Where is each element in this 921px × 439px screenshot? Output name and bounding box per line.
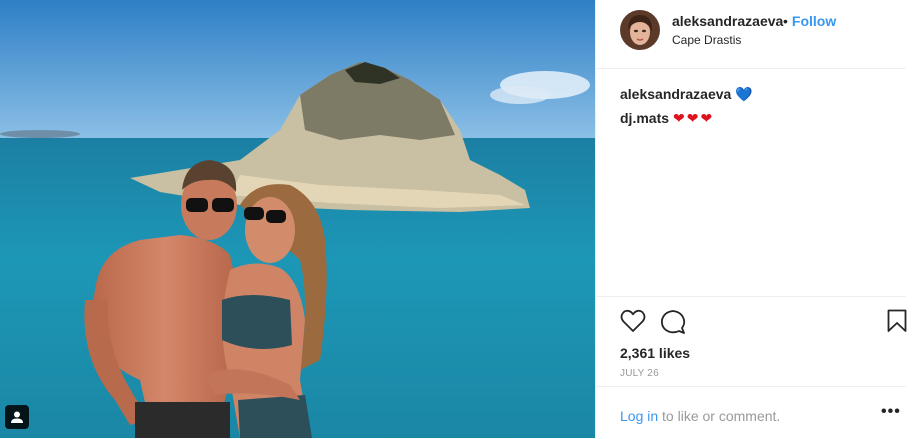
post-photo[interactable] — [0, 0, 595, 438]
more-options-button[interactable]: ••• — [881, 403, 901, 421]
comments-list: aleksandrazaeva 💙 dj.mats ❤❤❤ — [620, 82, 900, 130]
login-link[interactable]: Log in — [620, 408, 658, 424]
post-sidebar: aleksandrazaeva • Follow Cape Drastis ale… — [595, 0, 921, 438]
login-prompt-text: to like or comment. — [658, 408, 781, 424]
heart-outline-icon — [620, 309, 646, 332]
follow-label[interactable]: Follow — [792, 13, 836, 29]
photo-image — [0, 0, 595, 438]
comment-username[interactable]: aleksandrazaeva — [620, 86, 731, 102]
tag-people-button[interactable] — [5, 405, 29, 429]
avatar[interactable] — [620, 10, 660, 50]
comment-button[interactable] — [660, 309, 686, 340]
avatar-image — [620, 10, 660, 50]
post-date[interactable]: July 26 — [620, 368, 659, 379]
speech-bubble-icon — [661, 310, 686, 334]
comment-item: dj.mats ❤❤❤ — [620, 106, 900, 130]
comment-text: ❤❤❤ — [673, 110, 715, 126]
save-button[interactable] — [887, 309, 907, 338]
comment-text: 💙 — [735, 86, 753, 102]
post-header: aleksandrazaeva • Follow Cape Drastis — [596, 0, 906, 69]
user-tag-icon — [11, 411, 23, 423]
comment-item: aleksandrazaeva 💙 — [620, 82, 900, 106]
login-prompt: Log in to like or comment. — [620, 408, 780, 424]
post-footer: Log in to like or comment. ••• — [596, 386, 906, 439]
like-button[interactable] — [620, 309, 646, 338]
location-link[interactable]: Cape Drastis — [672, 33, 741, 47]
follow-button[interactable]: • Follow — [783, 13, 836, 29]
author-username[interactable]: aleksandrazaeva — [672, 13, 783, 29]
follow-separator: • — [783, 13, 788, 29]
likes-count[interactable]: 2,361 likes — [620, 345, 690, 361]
bookmark-icon — [887, 309, 907, 332]
comment-username[interactable]: dj.mats — [620, 110, 669, 126]
